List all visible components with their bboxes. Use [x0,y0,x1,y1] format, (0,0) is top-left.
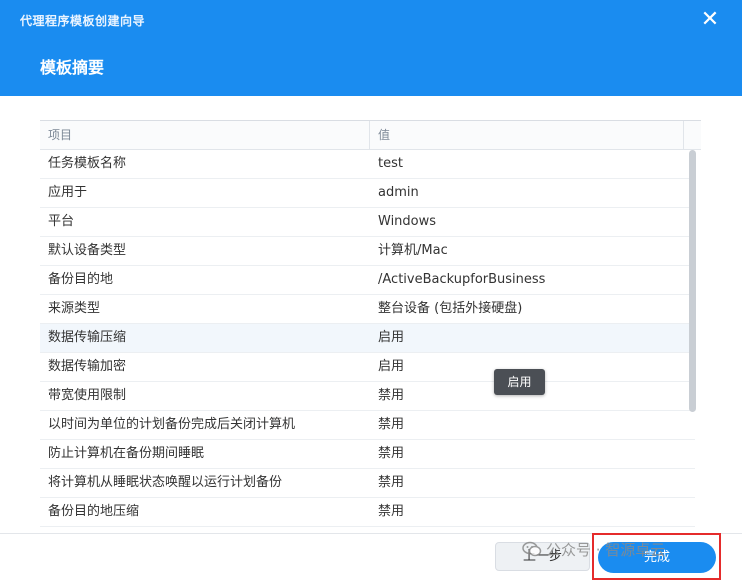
row-item-label: 将计算机从睡眠状态唤醒以运行计划备份 [48,475,283,490]
row-item-label: 备份目的地压缩 [48,504,140,519]
table-row[interactable]: 平台 Windows [40,208,695,237]
column-header-value[interactable]: 值 [370,121,684,150]
row-item-value: 启用 [378,359,405,374]
table-row[interactable]: 防止计算机在备份期间睡眠 禁用 [40,440,695,469]
table-header: 项目 值 [40,121,701,150]
table-body: 任务模板名称 test 应用于 admin 平台 Windows 默认设备类型 计算机/Mac… [40,150,695,527]
row-item-label: 默认设备类型 [48,243,127,258]
row-item-label: 以时间为单位的计划备份完成后关闭计算机 [48,417,296,432]
table-row[interactable]: 带宽使用限制 禁用 [40,382,695,411]
row-item-value: Windows [378,214,437,229]
table-row[interactable]: 任务模板名称 test [40,150,695,179]
table-row[interactable]: 应用于 admin [40,179,695,208]
row-item-value: test [378,156,403,171]
row-item-label: 应用于 [48,185,88,200]
column-header-item[interactable]: 项目 [40,121,370,150]
row-item-label: 任务模板名称 [48,156,127,171]
row-item-value: 禁用 [378,475,405,490]
watermark-text: 公众号 · 智源卓云 [546,541,666,559]
row-item-value: /ActiveBackupforBusiness [378,272,546,287]
row-item-value: 整台设备 (包括外接硬盘) [378,301,523,316]
row-item-value: 禁用 [378,417,405,432]
table-row[interactable]: 来源类型 整台设备 (包括外接硬盘) [40,295,695,324]
table-row[interactable]: 数据传输压缩 启用 [40,324,695,353]
dialog-header: 代理程序模板创建向导 ✕ 模板摘要 [0,0,742,96]
table-row[interactable]: 备份目的地压缩 禁用 [40,498,695,527]
table-row[interactable]: 以时间为单位的计划备份完成后关闭计算机 禁用 [40,411,695,440]
watermark: 公众号 · 智源卓云 [522,539,665,560]
row-item-label: 备份目的地 [48,272,114,287]
row-item-label: 来源类型 [48,301,101,316]
row-item-value: 禁用 [378,504,405,519]
table-row[interactable]: 备份目的地/ActiveBackupforBusiness [40,266,695,295]
footer-divider [0,533,742,534]
table-row[interactable]: 数据传输加密 启用 [40,353,695,382]
row-item-value: 启用 [378,330,405,345]
row-item-label: 平台 [48,214,75,229]
row-item-label: 数据传输压缩 [48,330,127,345]
row-item-label: 防止计算机在备份期间睡眠 [48,446,205,461]
row-item-value: 计算机/Mac [378,243,448,258]
table-row[interactable]: 默认设备类型 计算机/Mac [40,237,695,266]
table-row[interactable]: 将计算机从睡眠状态唤醒以运行计划备份 禁用 [40,469,695,498]
row-item-label: 带宽使用限制 [48,388,127,403]
tooltip: 启用 [494,369,545,395]
row-item-value: admin [378,185,419,200]
row-item-value: 禁用 [378,388,405,403]
table-scrollbar[interactable] [689,150,696,412]
row-item-label: 数据传输加密 [48,359,127,374]
wechat-icon [522,541,542,557]
summary-table: 项目 值 任务模板名称 test 应用于 admin 平台 Windows 默认设备类型 计算… [40,120,701,528]
window-title: 代理程序模板创建向导 [20,14,146,28]
section-title: 模板摘要 [40,58,105,77]
row-item-value: 禁用 [378,446,405,461]
close-icon[interactable]: ✕ [698,8,722,32]
